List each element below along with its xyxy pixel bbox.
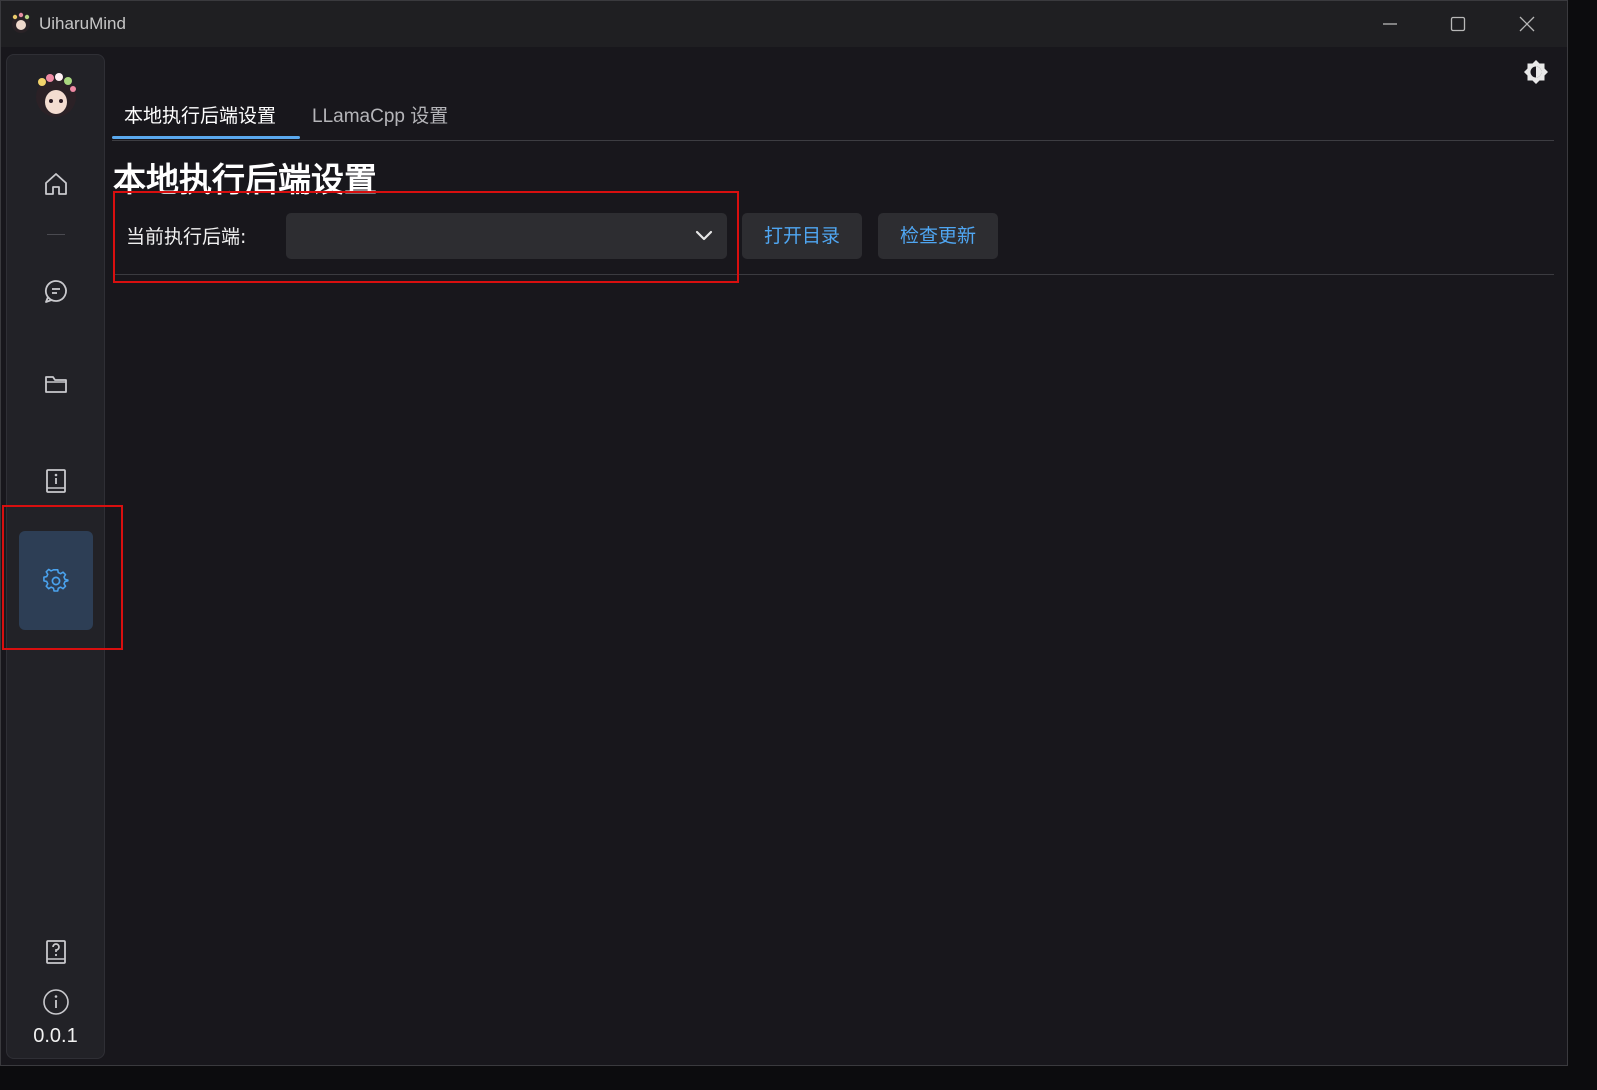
nav-home[interactable] [19, 147, 93, 221]
version-label: 0.0.1 [33, 1025, 78, 1047]
app-window: UiharuMind 0.0.1 本地执行后端设置 LLamaCpp 设置 本地… [0, 0, 1568, 1066]
folder-icon [45, 376, 67, 393]
nav-divider [47, 234, 65, 235]
highlight-box-settings [2, 505, 123, 650]
maximize-icon [1450, 16, 1466, 32]
app-logo-icon [10, 12, 32, 34]
minimize-icon [1383, 23, 1397, 25]
close-button[interactable] [1493, 1, 1561, 47]
home-icon [45, 173, 67, 195]
nav-chat[interactable] [19, 254, 93, 328]
chat-icon [45, 280, 67, 303]
check-update-button[interactable]: 检查更新 [878, 213, 998, 259]
maximize-button[interactable] [1424, 1, 1492, 47]
highlight-box-backend [113, 191, 739, 283]
info-book-icon [46, 469, 66, 493]
app-title: UiharuMind [39, 14, 126, 33]
active-tab-indicator [112, 136, 300, 139]
theme-toggle-button[interactable] [1523, 59, 1549, 85]
tab-bar: 本地执行后端设置 LLamaCpp 设置 [112, 91, 1554, 141]
avatar[interactable] [33, 72, 79, 118]
tab-llamacpp[interactable]: LLamaCpp 设置 [312, 101, 448, 128]
info-circle-icon [43, 989, 69, 1015]
help-book-icon [46, 940, 66, 964]
brightness-icon [1524, 60, 1548, 84]
title-bar[interactable]: UiharuMind [1, 1, 1567, 47]
close-icon [1519, 16, 1535, 32]
tab-local-backend[interactable]: 本地执行后端设置 [124, 101, 276, 128]
nav-folder[interactable] [19, 347, 93, 421]
open-directory-button[interactable]: 打开目录 [742, 213, 862, 259]
minimize-button[interactable] [1356, 1, 1424, 47]
